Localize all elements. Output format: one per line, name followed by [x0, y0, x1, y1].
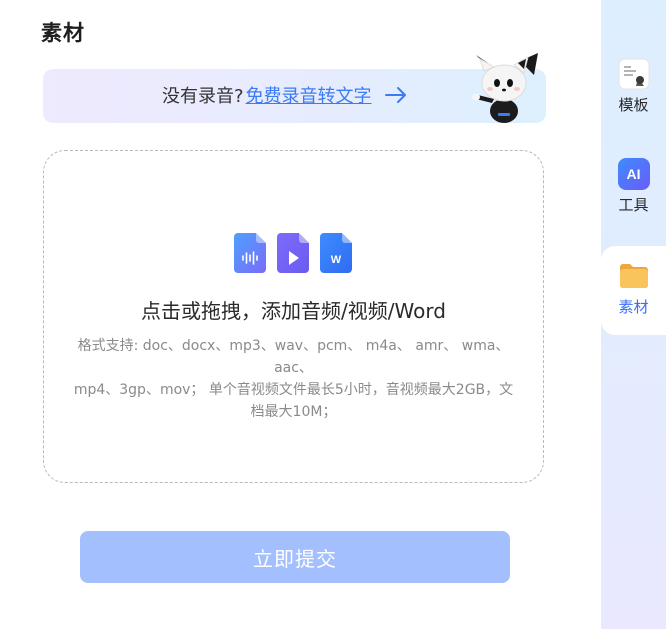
- right-sidebar: 模板 AI 工具 素材: [601, 0, 666, 629]
- folder-icon: [619, 264, 648, 288]
- format-line: aac、: [274, 360, 313, 376]
- sidebar-item-tools[interactable]: AI 工具: [601, 158, 666, 215]
- ai-tool-icon: AI: [617, 158, 650, 190]
- sidebar-item-label: 模板: [618, 96, 649, 114]
- format-line: mp4、3gp、mov； 单个音视频文件最长5小时，音视频最大2GB，文: [73, 382, 514, 398]
- record-banner-text: 没有录音? 免费录音转文字: [162, 82, 408, 108]
- arrow-right-icon[interactable]: [384, 85, 408, 105]
- sidebar-item-label: 工具: [618, 196, 649, 214]
- word-file-letter: W: [331, 254, 342, 266]
- format-line: 格式支持: doc、docx、mp3、wav、pcm、 m4a、 amr、 wm…: [77, 338, 510, 354]
- audio-file-icon: [234, 233, 266, 273]
- upload-dropzone[interactable]: W 点击或拖拽，添加音频/视频/Word 格式支持: doc、docx、mp3、…: [43, 150, 544, 483]
- supported-formats-text: 格式支持: doc、docx、mp3、wav、pcm、 m4a、 amr、 wm…: [44, 335, 543, 423]
- template-icon: [618, 58, 649, 90]
- video-file-icon: [277, 233, 309, 273]
- format-line: 档最大10M；: [250, 404, 337, 420]
- page-title: 素材: [41, 21, 85, 45]
- word-file-icon: W: [320, 233, 352, 273]
- sidebar-item-label: 素材: [618, 298, 649, 316]
- sidebar-item-materials[interactable]: 素材: [601, 246, 666, 335]
- dropzone-title: 点击或拖拽，添加音频/视频/Word: [141, 299, 446, 323]
- sidebar-item-template[interactable]: 模板: [601, 58, 666, 115]
- record-prompt: 没有录音?: [162, 86, 244, 107]
- record-banner[interactable]: 没有录音? 免费录音转文字: [43, 53, 546, 123]
- submit-button[interactable]: 立即提交: [80, 531, 510, 583]
- file-type-icons: W: [234, 233, 352, 273]
- page: 素材 没有录音? 免费录音转文字 W 点击或拖拽，添加音频/视频/Word 格式…: [0, 0, 666, 629]
- sidebar-lower-panel: [601, 335, 666, 629]
- record-to-text-link[interactable]: 免费录音转文字: [246, 82, 372, 108]
- mascot-image: [472, 53, 538, 123]
